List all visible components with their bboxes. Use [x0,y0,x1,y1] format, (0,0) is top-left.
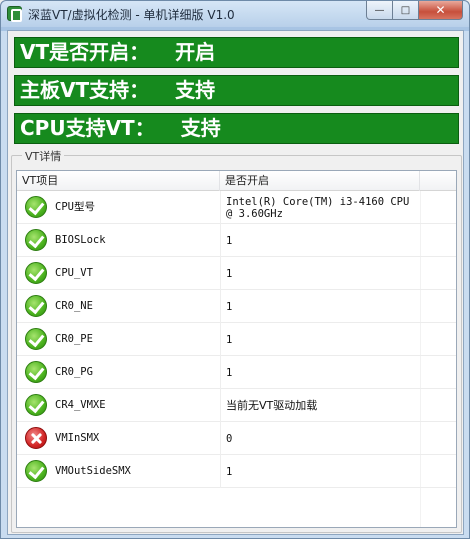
board-vt-value: 支持 [175,78,216,102]
close-button[interactable]: ✕ [419,1,463,20]
row-item-value: 当前无VT驱动加载 [226,398,318,412]
app-icon [7,6,22,22]
table-row[interactable]: CR0_PG 1 [17,356,456,389]
client-area: VT是否开启： 开启 主板VT支持： 支持 CPU支持VT： 支持 VT详情 VT项目… [7,30,464,535]
row-item-name: VMOutSideSMX [55,465,131,477]
check-icon [25,328,47,350]
window-controls: — □ ✕ [366,1,463,20]
table-row[interactable]: CR0_PE 1 [17,323,456,356]
row-divider [220,257,221,290]
check-icon [25,229,47,251]
vt-enabled-banner: VT是否开启： 开启 [14,37,459,68]
check-icon [25,295,47,317]
row-divider [220,389,221,422]
row-item-value: 1 [226,333,233,346]
table-row[interactable]: CR4_VMXE 当前无VT驱动加载 [17,389,456,422]
vt-enabled-value: 开启 [175,40,216,64]
row-item-value: 0 [226,432,233,445]
row-divider [220,422,221,455]
table-row[interactable]: VMOutSideSMX 1 [17,455,456,488]
row-item-value: 1 [226,465,233,478]
vt-enabled-label: VT是否开启： [20,40,150,64]
window-title: 深蓝VT/虚拟化检测 - 单机详细版 V1.0 [28,8,235,22]
row-item-name: BIOSLock [55,234,106,246]
app-window: 深蓝VT/虚拟化检测 - 单机详细版 V1.0 — □ ✕ VT是否开启： 开启 … [0,0,470,539]
row-item-value: 1 [226,267,233,280]
vt-details-list[interactable]: VT项目 是否开启 CPU型号 Intel(R) Core(TM) i3-4160… [16,170,457,528]
row-item-name: VMInSMX [55,432,100,444]
check-icon [25,394,47,416]
row-item-value: 1 [226,300,233,313]
check-icon [25,460,47,482]
board-vt-label: 主板VT支持： [20,78,150,102]
table-row[interactable]: CPU_VT 1 [17,257,456,290]
column-header-extra[interactable] [420,171,456,191]
row-item-name: CR0_NE [55,300,93,312]
row-divider [220,290,221,323]
cpu-vt-value: 支持 [180,116,221,140]
table-row[interactable]: VMInSMX 0 [17,422,456,455]
column-header-status[interactable]: 是否开启 [220,171,420,191]
check-icon [25,361,47,383]
board-vt-banner: 主板VT支持： 支持 [14,75,459,106]
row-item-name: CR4_VMXE [55,399,106,411]
row-item-name: CPU_VT [55,267,93,279]
cpu-vt-label: CPU支持VT： [20,116,155,140]
group-label: VT详情 [22,148,65,164]
row-divider [220,224,221,257]
title-bar[interactable]: 深蓝VT/虚拟化检测 - 单机详细版 V1.0 — □ ✕ [1,1,469,27]
row-item-value: Intel(R) Core(TM) i3-4160 CPU @ 3.60GHz [226,195,410,220]
maximize-button[interactable]: □ [393,1,419,20]
row-item-value: 1 [226,366,233,379]
table-row[interactable]: CR0_NE 1 [17,290,456,323]
row-divider [220,323,221,356]
vt-details-group: VT详情 VT项目 是否开启 CPU型号 Intel(R) Core(TM) i3… [11,148,462,533]
row-item-name: CR0_PE [55,333,93,345]
table-row[interactable]: CPU型号 Intel(R) Core(TM) i3-4160 CPU @ 3.6… [17,191,456,224]
row-divider [220,356,221,389]
row-divider [220,455,221,488]
error-icon [25,427,47,449]
check-icon [25,262,47,284]
row-item-name: CPU型号 [55,201,95,213]
check-icon [25,196,47,218]
row-item-value: 1 [226,234,233,247]
minimize-button[interactable]: — [366,1,393,20]
cpu-vt-banner: CPU支持VT： 支持 [14,113,459,144]
row-item-name: CR0_PG [55,366,93,378]
table-row[interactable]: BIOSLock 1 [17,224,456,257]
column-header-item[interactable]: VT项目 [17,171,220,191]
row-divider [220,191,221,224]
list-header: VT项目 是否开启 [17,171,456,191]
